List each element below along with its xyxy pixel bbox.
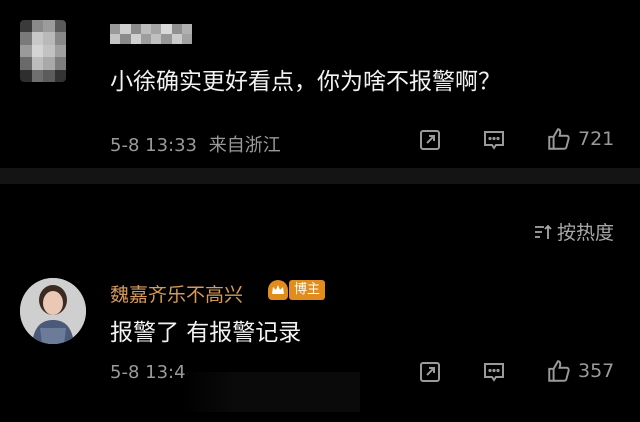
author-badge: 博主 [268,279,326,301]
sort-icon [534,224,552,239]
comment-text: 报警了 有报警记录 [110,320,302,346]
thumbs-up-icon [548,128,570,150]
like-button[interactable]: 357 [546,358,614,384]
fade-overlay [180,372,360,412]
crown-icon [268,280,288,300]
comment-icon [484,131,504,150]
location: 来自浙江 [208,135,281,156]
comment-icon [484,363,504,382]
like-button[interactable]: 721 [546,126,614,152]
avatar[interactable] [20,278,86,344]
share-button[interactable] [418,128,442,152]
sort-toggle[interactable]: 按热度 [533,218,614,245]
timestamp: 5-8 13:4 [110,362,186,383]
avatar-blurred[interactable] [20,20,66,82]
username[interactable]: 魏嘉齐乐不高兴 [110,280,243,307]
like-count: 721 [578,128,615,150]
badge-label: 博主 [289,280,326,300]
sort-label: 按热度 [556,222,614,244]
comment-text: 小徐确实更好看点，你为啥不报警啊？ [110,69,501,95]
username-blurred[interactable] [110,24,192,44]
share-icon [420,362,440,382]
share-button[interactable] [418,360,442,384]
share-icon [420,130,440,150]
comment-time: 5-8 13:4 [110,362,186,383]
like-count: 357 [578,360,615,382]
reply-button[interactable] [482,128,506,152]
thumbs-up-icon [548,360,570,382]
section-divider [0,168,640,184]
comment-time: 5-8 13:33 来自浙江 [110,131,281,157]
reply-button[interactable] [482,360,506,384]
timestamp: 5-8 13:33 [110,135,197,156]
